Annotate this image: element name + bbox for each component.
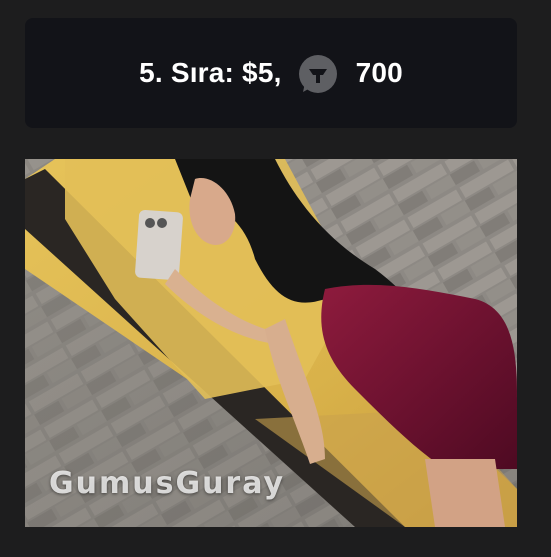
watermark: GumusGuray (49, 466, 286, 501)
rank-card: 5. Sıra: $5, 700 (25, 18, 517, 128)
rank-label: 5. Sıra: $5, (139, 57, 282, 88)
leaderboard-entry: 5. Sıra: $5, 700 GumusGuray (0, 0, 551, 557)
profile-photo[interactable]: GumusGuray (25, 159, 517, 527)
amount: 700 (355, 57, 403, 88)
gift-chat-bubble-icon (294, 51, 342, 99)
